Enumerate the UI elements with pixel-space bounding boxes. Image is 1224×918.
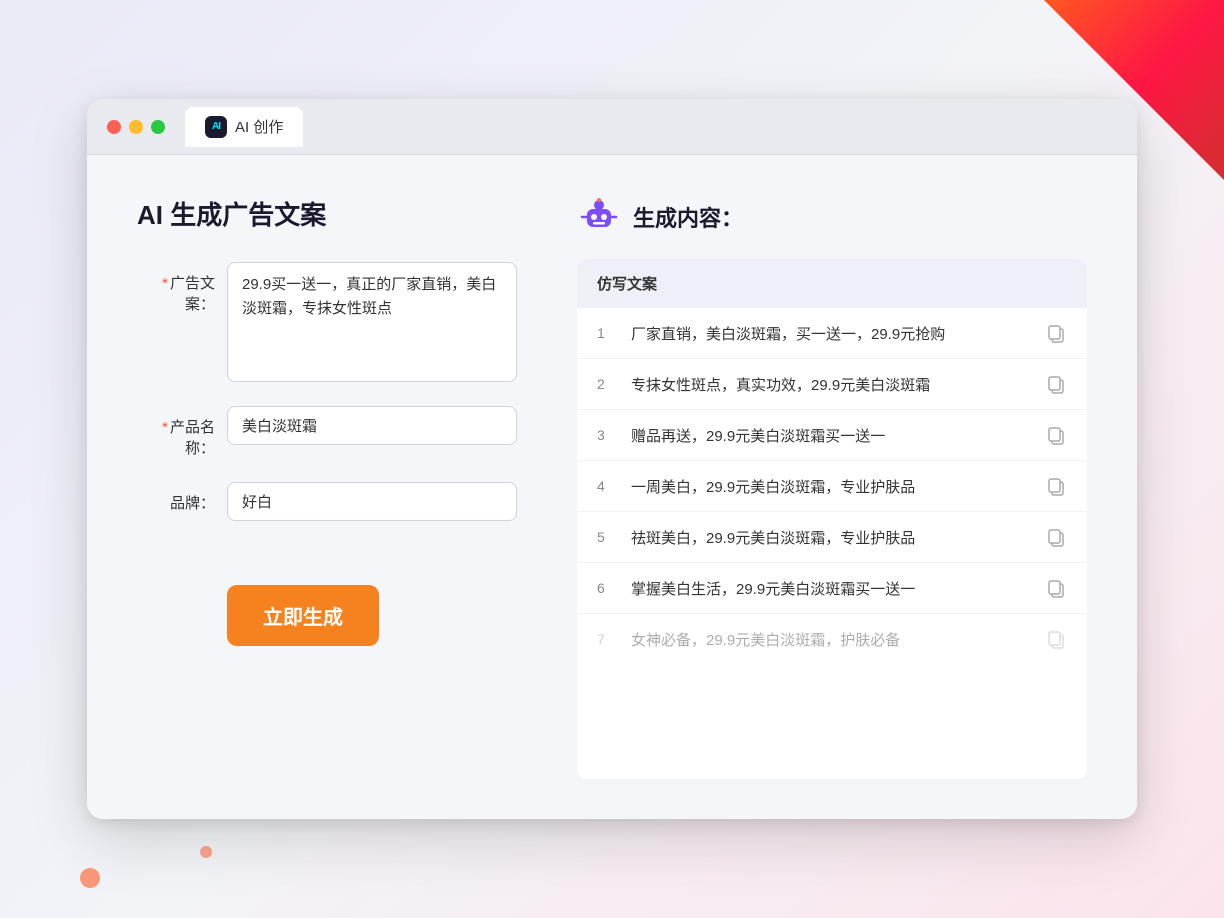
left-panel: AI 生成广告文案 *广告文案： 29.9买一送一，真正的厂家直销，美白淡斑霜，… [137,195,517,779]
close-button[interactable] [107,120,121,134]
ad-copy-label: *广告文案： [137,262,227,314]
product-label: *产品名称： [137,406,227,458]
row-text-4: 一周美白，29.9元美白淡斑霜，专业护肤品 [631,476,1031,497]
row-text-6: 掌握美白生活，29.9元美白淡斑霜买一送一 [631,578,1031,599]
robot-icon [577,195,621,239]
row-number-3: 3 [597,427,617,443]
copy-icon-2[interactable] [1045,373,1067,395]
main-content: AI 生成广告文案 *广告文案： 29.9买一送一，真正的厂家直销，美白淡斑霜，… [87,155,1137,819]
minimize-button[interactable] [129,120,143,134]
tab-title: AI 创作 [235,116,283,137]
table-row: 1 厂家直销，美白淡斑霜，买一送一，29.9元抢购 [577,308,1087,359]
right-panel: 生成内容： 仿写文案 1 厂家直销，美白淡斑霜，买一送一，29.9元抢购 2 专… [577,195,1087,779]
copy-icon-5[interactable] [1045,526,1067,548]
row-number-6: 6 [597,580,617,596]
table-row: 5 祛斑美白，29.9元美白淡斑霜，专业护肤品 [577,512,1087,563]
table-row: 6 掌握美白生活，29.9元美白淡斑霜买一送一 [577,563,1087,614]
row-text-5: 祛斑美白，29.9元美白淡斑霜，专业护肤品 [631,527,1031,548]
row-text-2: 专抹女性斑点，真实功效，29.9元美白淡斑霜 [631,374,1031,395]
row-number-4: 4 [597,478,617,494]
copy-icon-7[interactable] [1045,628,1067,650]
table-header: 仿写文案 [577,259,1087,308]
ad-copy-row: *广告文案： 29.9买一送一，真正的厂家直销，美白淡斑霜，专抹女性斑点 [137,262,517,382]
result-header: 生成内容： [577,195,1087,239]
product-name-row: *产品名称： [137,406,517,458]
table-row: 2 专抹女性斑点，真实功效，29.9元美白淡斑霜 [577,359,1087,410]
results-table: 仿写文案 1 厂家直销，美白淡斑霜，买一送一，29.9元抢购 2 专抹女性斑点，… [577,259,1087,779]
copy-icon-4[interactable] [1045,475,1067,497]
traffic-lights [107,120,165,134]
copy-icon-6[interactable] [1045,577,1067,599]
ad-copy-required: * [162,275,168,292]
row-number-7: 7 [597,631,617,647]
row-number-5: 5 [597,529,617,545]
ai-tab[interactable]: AI AI 创作 [185,107,303,147]
browser-chrome: AI AI 创作 [87,99,1137,155]
decorative-dot-2 [200,846,212,858]
product-input[interactable] [227,406,517,445]
brand-label: 品牌： [137,482,227,513]
page-title: AI 生成广告文案 [137,195,517,232]
row-text-3: 赠品再送，29.9元美白淡斑霜买一送一 [631,425,1031,446]
copy-icon-3[interactable] [1045,424,1067,446]
brand-row: 品牌： [137,482,517,521]
copy-icon-1[interactable] [1045,322,1067,344]
table-row-dimmed: 7 女神必备，29.9元美白淡斑霜，护肤必备 [577,614,1087,664]
result-title: 生成内容： [633,201,743,233]
decorative-dot-1 [80,868,100,888]
ad-copy-input[interactable]: 29.9买一送一，真正的厂家直销，美白淡斑霜，专抹女性斑点 [227,262,517,382]
maximize-button[interactable] [151,120,165,134]
row-text-7: 女神必备，29.9元美白淡斑霜，护肤必备 [631,629,1031,650]
browser-window: AI AI 创作 AI 生成广告文案 *广告文案： 29.9买一送一，真正的厂家… [87,99,1137,819]
generate-button[interactable]: 立即生成 [227,585,379,646]
table-row: 3 赠品再送，29.9元美白淡斑霜买一送一 [577,410,1087,461]
row-text-1: 厂家直销，美白淡斑霜，买一送一，29.9元抢购 [631,323,1031,344]
row-number-1: 1 [597,325,617,341]
tab-icon: AI [205,116,227,138]
row-number-2: 2 [597,376,617,392]
brand-input[interactable] [227,482,517,521]
table-row: 4 一周美白，29.9元美白淡斑霜，专业护肤品 [577,461,1087,512]
product-required: * [162,419,168,436]
